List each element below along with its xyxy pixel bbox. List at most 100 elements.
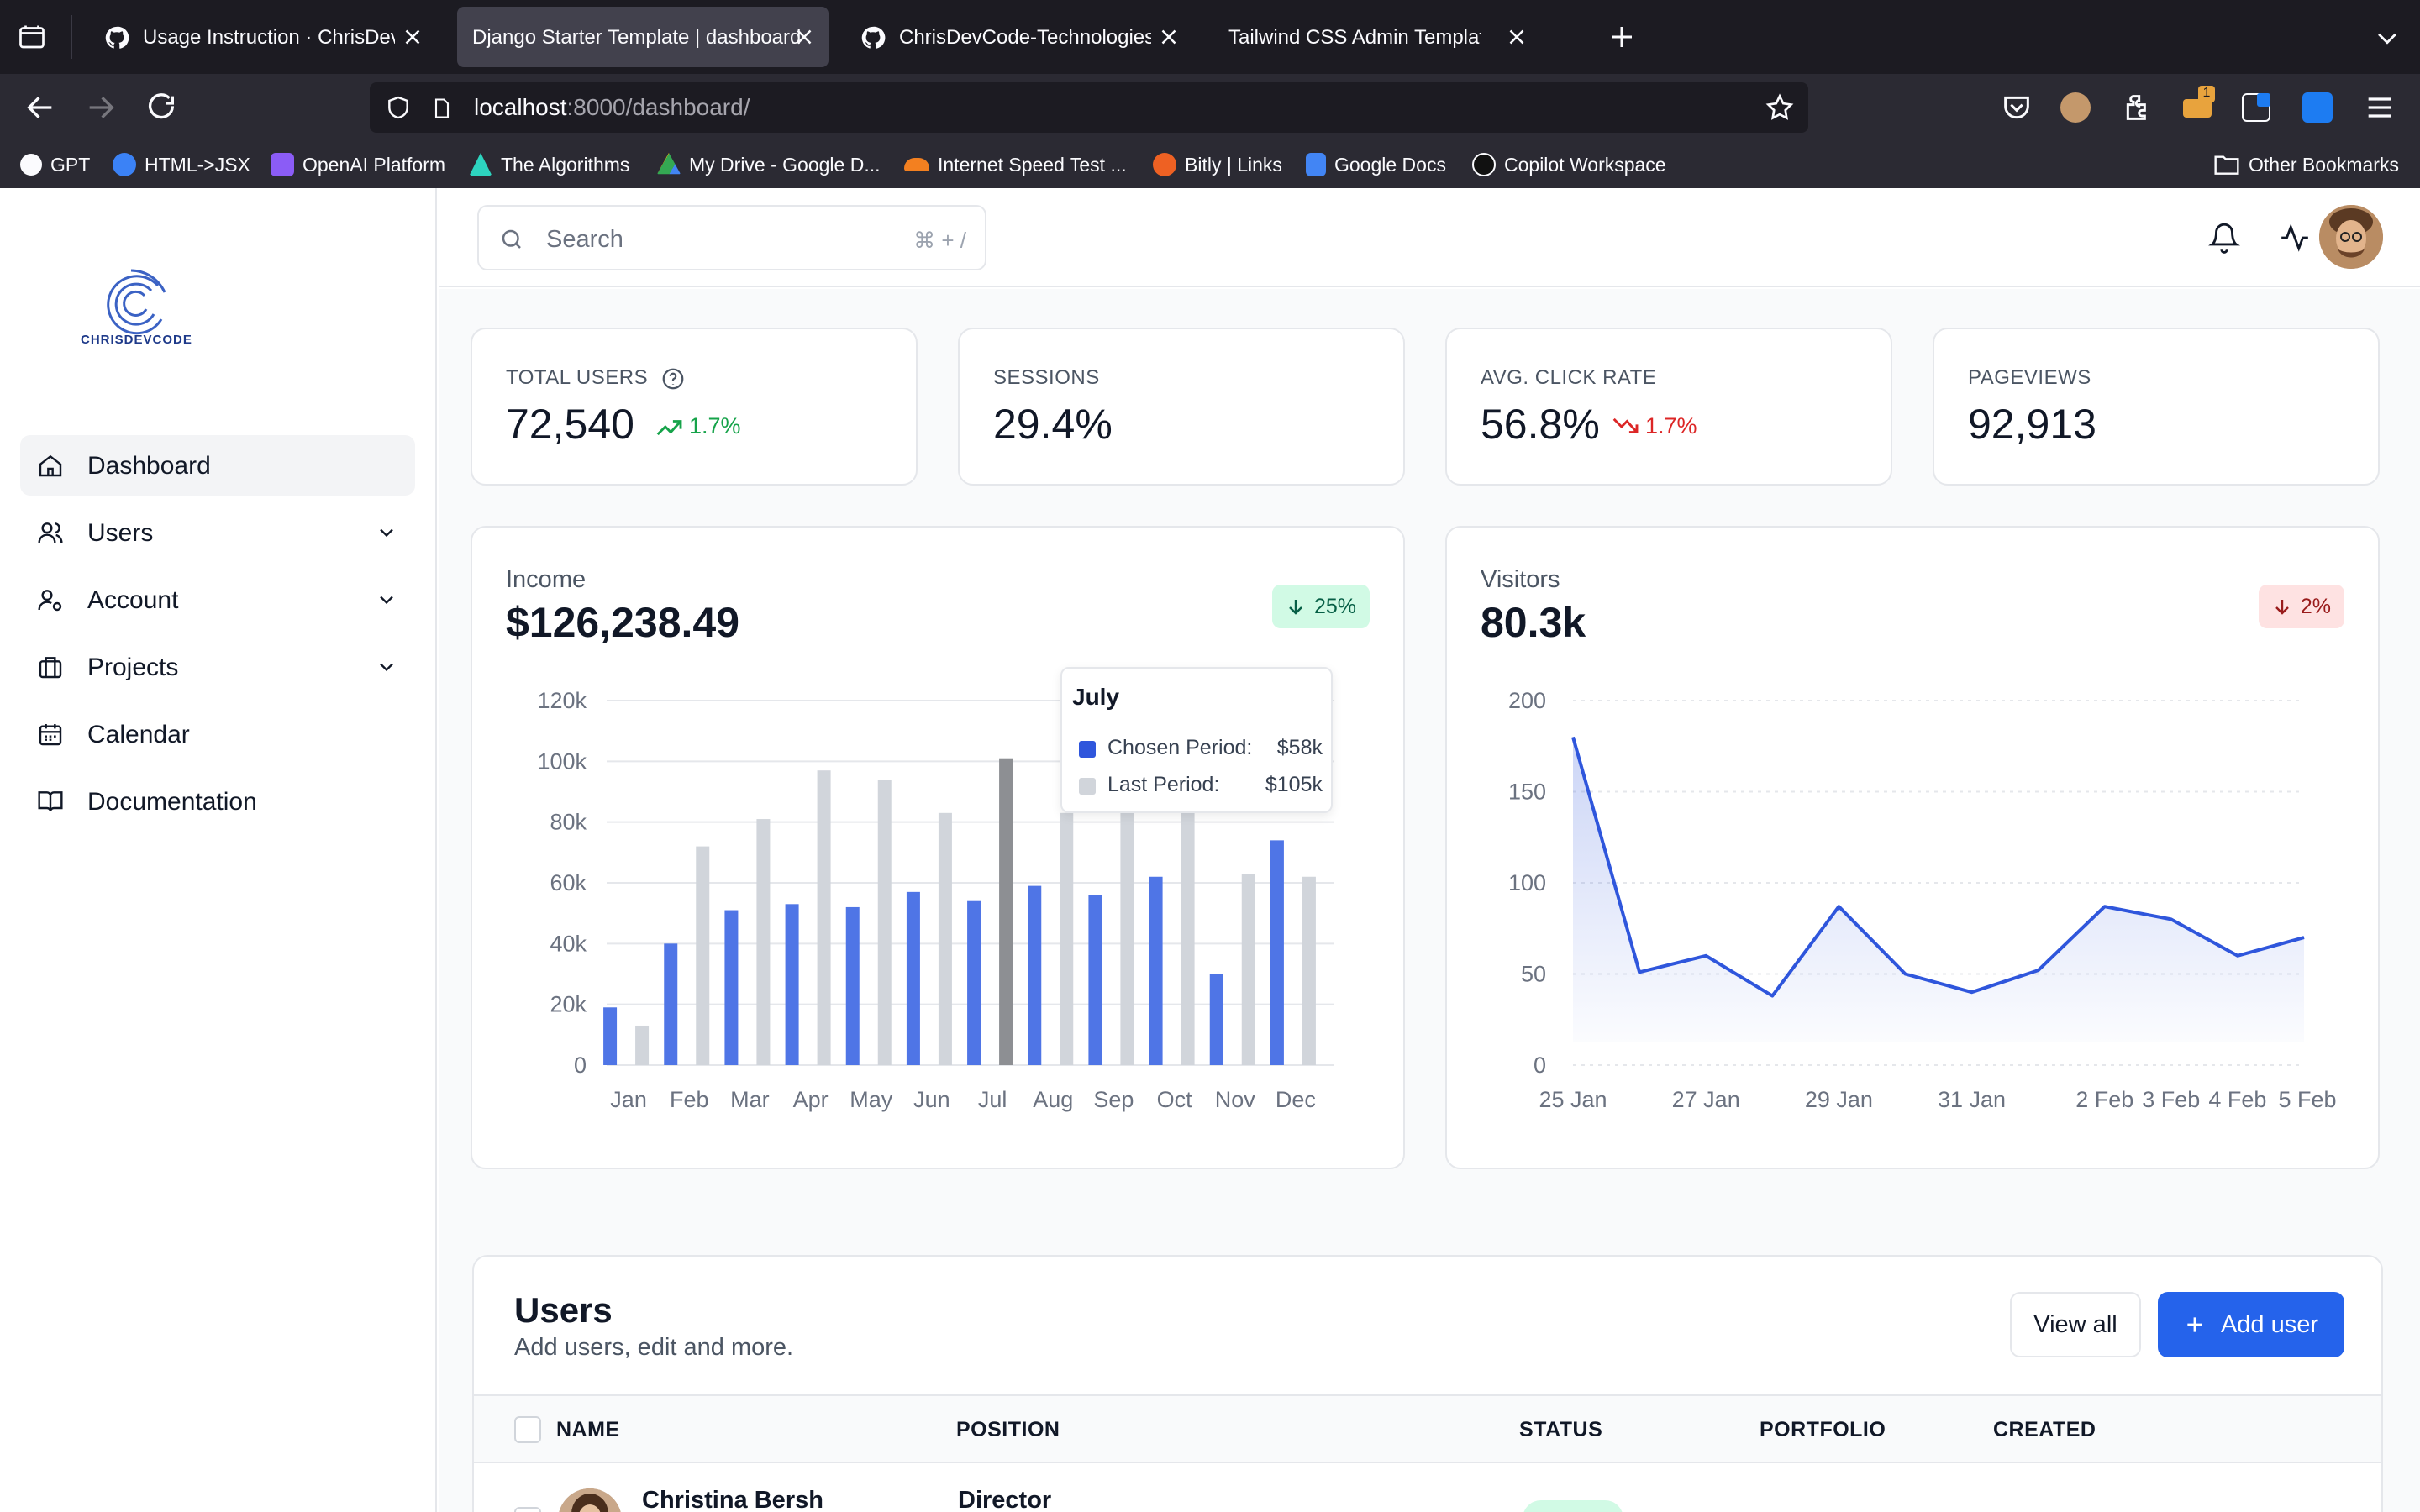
- reload-icon[interactable]: [145, 91, 178, 124]
- sidebar-item-label: Dashboard: [87, 452, 211, 480]
- browser-tab-bar: Usage Instruction · ChrisDevCode Django …: [0, 0, 2420, 74]
- users-icon: [38, 522, 63, 543]
- bell-icon[interactable]: [2208, 222, 2240, 254]
- bar-last-apr: [817, 770, 831, 1065]
- search-input[interactable]: Search ⌘ + /: [477, 205, 986, 270]
- view-all-button[interactable]: View all: [2010, 1292, 2141, 1357]
- sidebar-item-documentation[interactable]: Documentation: [20, 771, 415, 832]
- tooltip-value: $105k: [1265, 773, 1323, 796]
- profile-avatar-icon[interactable]: [2060, 92, 2091, 123]
- stat-change: 1.7%: [655, 413, 741, 439]
- tab-usage-instruction[interactable]: Usage Instruction · ChrisDevCode: [84, 7, 437, 67]
- x-tick-label: Apr: [793, 1087, 829, 1112]
- x-tick-label: 27 Jan: [1672, 1087, 1740, 1112]
- bar-chosen-feb: [664, 943, 678, 1065]
- url-text[interactable]: localhost:8000/dashboard/: [474, 94, 750, 121]
- bookmarks-bar: GPT HTML->JSX OpenAI Platform The Algori…: [0, 141, 2420, 188]
- close-icon[interactable]: [792, 24, 817, 50]
- copilot-icon: [1472, 153, 1496, 176]
- y-tick-label: 50: [1521, 962, 1546, 987]
- bookmark-star-icon[interactable]: [1765, 92, 1795, 123]
- back-arrow-icon[interactable]: [24, 91, 57, 124]
- tab-title: Usage Instruction · ChrisDevCode: [143, 26, 395, 49]
- close-icon[interactable]: [1156, 24, 1181, 50]
- bookmark-item[interactable]: Internet Speed Test ...: [904, 151, 1127, 178]
- x-tick-label: Feb: [670, 1087, 709, 1112]
- y-tick-label: 120k: [537, 688, 587, 713]
- help-circle-icon[interactable]: [660, 366, 686, 391]
- page-icon: [434, 98, 450, 118]
- pocket-icon[interactable]: [2000, 91, 2033, 124]
- bookmark-item[interactable]: GPT: [20, 151, 90, 178]
- bookmark-item[interactable]: My Drive - Google D...: [657, 151, 881, 178]
- select-all-checkbox[interactable]: [514, 1416, 541, 1443]
- tab-tailwind-admin[interactable]: Tailwind CSS Admin Template | Preline: [1210, 7, 1580, 67]
- activity-icon[interactable]: [2279, 222, 2311, 254]
- firefox-view-icon[interactable]: [17, 22, 47, 52]
- user-name[interactable]: Christina Bersh: [642, 1487, 823, 1512]
- sidebar-item-calendar[interactable]: Calendar: [20, 704, 415, 764]
- tab-django-dashboard[interactable]: Django Starter Template | dashboard: [457, 7, 829, 67]
- y-tick-label: 20k: [550, 992, 587, 1017]
- sidebar-item-dashboard[interactable]: Dashboard: [20, 435, 415, 496]
- chevron-down-icon[interactable]: [2373, 24, 2402, 52]
- x-tick-label: Nov: [1215, 1087, 1256, 1112]
- bar-last-jan: [635, 1025, 650, 1065]
- forward-arrow-icon[interactable]: [84, 91, 118, 124]
- legend-swatch: [1079, 741, 1096, 758]
- close-icon[interactable]: [400, 24, 425, 50]
- bookmark-item[interactable]: Copilot Workspace: [1472, 151, 1666, 178]
- briefcase-icon: [39, 657, 62, 679]
- sidebar-item-label: Projects: [87, 654, 179, 681]
- bar-chosen-may: [845, 906, 860, 1065]
- column-header-created[interactable]: CREATED: [1993, 1418, 2096, 1442]
- other-bookmarks[interactable]: Other Bookmarks: [2213, 151, 2399, 178]
- bar-last-dec: [1302, 876, 1316, 1065]
- row-checkbox[interactable]: [514, 1507, 541, 1512]
- bar-chosen-nov: [1209, 974, 1223, 1065]
- sidebar-item-account[interactable]: Account: [20, 570, 415, 630]
- add-user-button[interactable]: Add user: [2158, 1292, 2344, 1357]
- bookmark-item[interactable]: Google Docs: [1306, 151, 1446, 178]
- visitors-card: Visitors 80.3k 2% 0 50 100 150 200 25 Jan 27 J…: [1445, 526, 2380, 1169]
- column-header-position[interactable]: POSITION: [956, 1418, 1060, 1442]
- extension-badge: 1: [2198, 86, 2215, 102]
- bar-last-jun: [938, 812, 952, 1065]
- new-tab-icon[interactable]: [1607, 22, 1637, 52]
- sidebar-item-users[interactable]: Users: [20, 502, 415, 563]
- y-tick-label: 40k: [550, 931, 587, 956]
- bookmark-item[interactable]: The Algorithms: [469, 151, 629, 178]
- bar-chosen-oct: [1149, 876, 1163, 1065]
- shield-icon[interactable]: [385, 94, 412, 121]
- sidebar-item-projects[interactable]: Projects: [20, 637, 415, 697]
- url-bar[interactable]: localhost:8000/dashboard/: [370, 82, 1808, 133]
- avatar[interactable]: [2319, 205, 2383, 269]
- bar-chosen-aug: [1028, 885, 1042, 1065]
- x-tick-label: 25 Jan: [1539, 1087, 1607, 1112]
- logo-text: CHRISDEVCODE: [81, 333, 192, 347]
- tab-github-repo[interactable]: ChrisDevCode-Technologies/django: [840, 7, 1193, 67]
- column-header-name[interactable]: NAME: [556, 1418, 620, 1442]
- chart-tooltip: July Chosen Period: $58k Last Period: $1…: [1060, 667, 1333, 813]
- extension-icon[interactable]: [2302, 92, 2333, 123]
- url-host: localhost: [474, 94, 567, 120]
- openai-icon: [20, 154, 42, 176]
- menu-icon[interactable]: [2363, 91, 2396, 124]
- extension-icon[interactable]: [2242, 93, 2270, 122]
- column-header-portfolio[interactable]: PORTFOLIO: [1760, 1418, 1886, 1442]
- users-title: Users: [514, 1290, 613, 1330]
- bookmark-label: The Algorithms: [501, 153, 630, 176]
- sidebar-item-label: Calendar: [87, 721, 190, 748]
- bookmark-item[interactable]: OpenAI Platform: [271, 151, 445, 178]
- extension-icon[interactable]: 1: [2181, 86, 2215, 124]
- bookmark-item[interactable]: Bitly | Links: [1153, 151, 1282, 178]
- home-icon: [39, 454, 62, 477]
- close-icon[interactable]: [1504, 24, 1529, 50]
- stat-change-value: 1.7%: [689, 413, 741, 438]
- y-tick-label: 0: [1534, 1053, 1546, 1078]
- bookmark-item[interactable]: HTML->JSX: [113, 151, 250, 178]
- column-header-status[interactable]: STATUS: [1519, 1418, 1602, 1442]
- tab-title: ChrisDevCode-Technologies/django: [899, 26, 1151, 49]
- extensions-icon[interactable]: [2121, 91, 2154, 124]
- y-tick-label: 200: [1508, 688, 1546, 713]
